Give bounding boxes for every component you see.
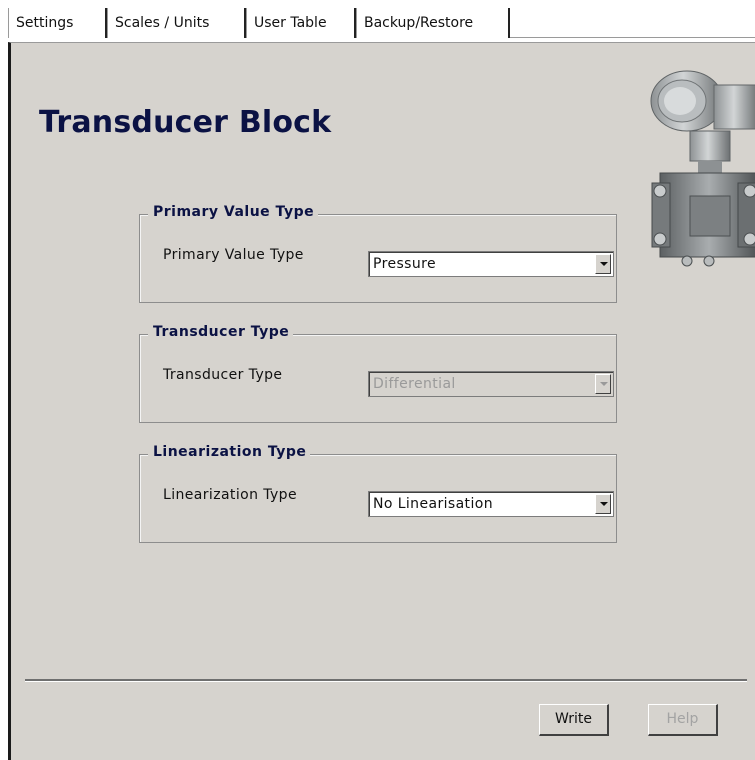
- primary-value-type-dropdown-button[interactable]: [595, 254, 611, 274]
- tab-settings[interactable]: Settings: [8, 8, 107, 38]
- pressure-transmitter-image: [650, 70, 755, 267]
- page-title: Transducer Block: [39, 105, 332, 140]
- primary-value-type-group: Primary Value Type Primary Value Type Pr…: [139, 204, 617, 303]
- primary-value-type-label: Primary Value Type: [163, 247, 304, 263]
- chevron-down-icon: [600, 502, 608, 506]
- primary-value-type-legend: Primary Value Type: [148, 204, 319, 220]
- footer-separator: [25, 679, 747, 682]
- transducer-type-select: Differential: [368, 371, 614, 397]
- primary-value-type-select[interactable]: Pressure: [368, 251, 614, 277]
- transducer-type-label: Transducer Type: [163, 367, 283, 383]
- linearization-type-label: Linearization Type: [163, 487, 297, 503]
- tab-backup-restore[interactable]: Backup/Restore: [356, 8, 510, 38]
- primary-value-type-value: Pressure: [373, 256, 436, 272]
- chevron-down-icon: [600, 262, 608, 266]
- write-button[interactable]: Write: [539, 704, 609, 736]
- tab-bar-rule: [510, 37, 755, 38]
- linearization-type-dropdown-button[interactable]: [595, 494, 611, 514]
- transducer-type-value: Differential: [373, 376, 456, 392]
- help-button: Help: [648, 704, 718, 736]
- linearization-type-select[interactable]: No Linearisation: [368, 491, 614, 517]
- tab-bar: Settings Scales / Units User Table Backu…: [0, 0, 755, 45]
- settings-panel: Transducer Block Primary Value Type Prim…: [8, 42, 755, 760]
- linearization-type-legend: Linearization Type: [148, 444, 311, 460]
- transducer-type-dropdown-button: [595, 374, 611, 394]
- transducer-type-legend: Transducer Type: [148, 324, 294, 340]
- chevron-down-icon: [600, 382, 608, 386]
- linearization-type-value: No Linearisation: [373, 496, 493, 512]
- tab-user-table[interactable]: User Table: [246, 8, 356, 38]
- transducer-type-group: Transducer Type Transducer Type Differen…: [139, 324, 617, 423]
- linearization-type-group: Linearization Type Linearization Type No…: [139, 444, 617, 543]
- tab-scales-units[interactable]: Scales / Units: [107, 8, 246, 38]
